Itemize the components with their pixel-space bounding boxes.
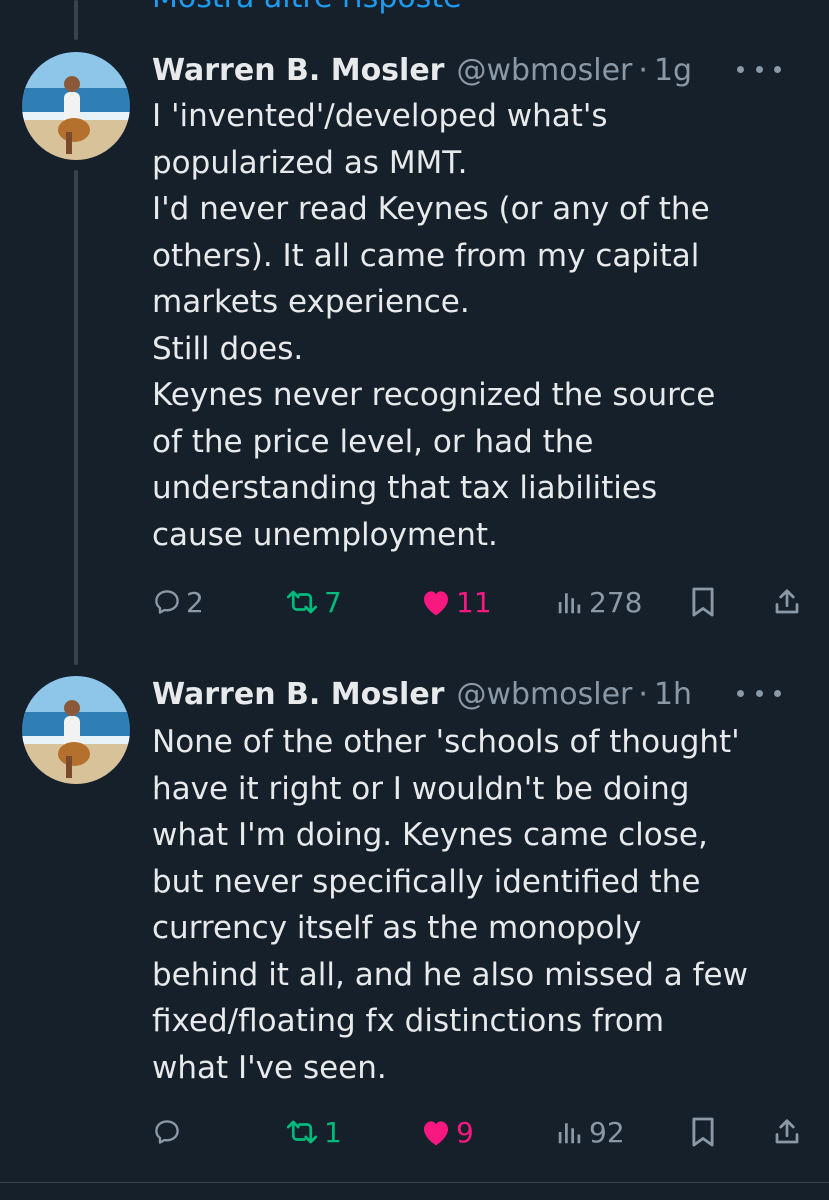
author-name[interactable]: Warren B. Mosler bbox=[152, 677, 444, 712]
tweet-header: Warren B. Mosler @wbmosler · 1h bbox=[152, 672, 809, 716]
reply-button[interactable] bbox=[152, 1110, 186, 1154]
like-count: 9 bbox=[456, 1115, 474, 1149]
text-line: but never specifically identified the bbox=[152, 863, 701, 900]
tweet[interactable]: Warren B. Mosler @wbmosler · 1h None of … bbox=[0, 0, 829, 1180]
bar-chart-icon bbox=[558, 1123, 581, 1144]
avatar[interactable] bbox=[22, 676, 130, 784]
views-button[interactable]: 92 bbox=[555, 1110, 625, 1154]
separator: · bbox=[638, 676, 648, 712]
repost-button[interactable]: 1 bbox=[284, 1110, 342, 1154]
text-line: what I'm doing. Keynes came close, bbox=[152, 817, 708, 853]
tweet-text: None of the other 'schools of thought' h… bbox=[152, 719, 802, 1091]
tweet-actions: 1 9 92 bbox=[0, 1110, 829, 1154]
share-icon bbox=[775, 1119, 799, 1144]
repost-count: 1 bbox=[324, 1115, 342, 1149]
heart-filled-icon bbox=[424, 1121, 448, 1146]
bookmark-icon bbox=[692, 1117, 714, 1147]
timestamp[interactable]: 1h bbox=[654, 677, 692, 712]
repost-icon bbox=[286, 1120, 318, 1144]
text-line: fixed/floating fx distinctions from bbox=[152, 1003, 665, 1039]
author-handle[interactable]: @wbmosler bbox=[456, 677, 632, 712]
share-button[interactable] bbox=[772, 1110, 802, 1154]
text-line: None of the other 'schools of thought' bbox=[152, 724, 740, 760]
comment-icon bbox=[155, 1120, 179, 1144]
text-line: behind it all, and he also missed a few bbox=[152, 956, 748, 993]
views-count: 92 bbox=[589, 1115, 625, 1149]
bookmark-button[interactable] bbox=[690, 1110, 716, 1154]
more-options-icon[interactable] bbox=[737, 678, 781, 708]
text-line: what I've seen. bbox=[152, 1049, 387, 1086]
divider bbox=[0, 1182, 829, 1183]
text-line: currency itself as the monopoly bbox=[152, 910, 642, 946]
text-line: have it right or I wouldn't be doing bbox=[152, 770, 690, 807]
like-button[interactable]: 9 bbox=[420, 1110, 474, 1154]
